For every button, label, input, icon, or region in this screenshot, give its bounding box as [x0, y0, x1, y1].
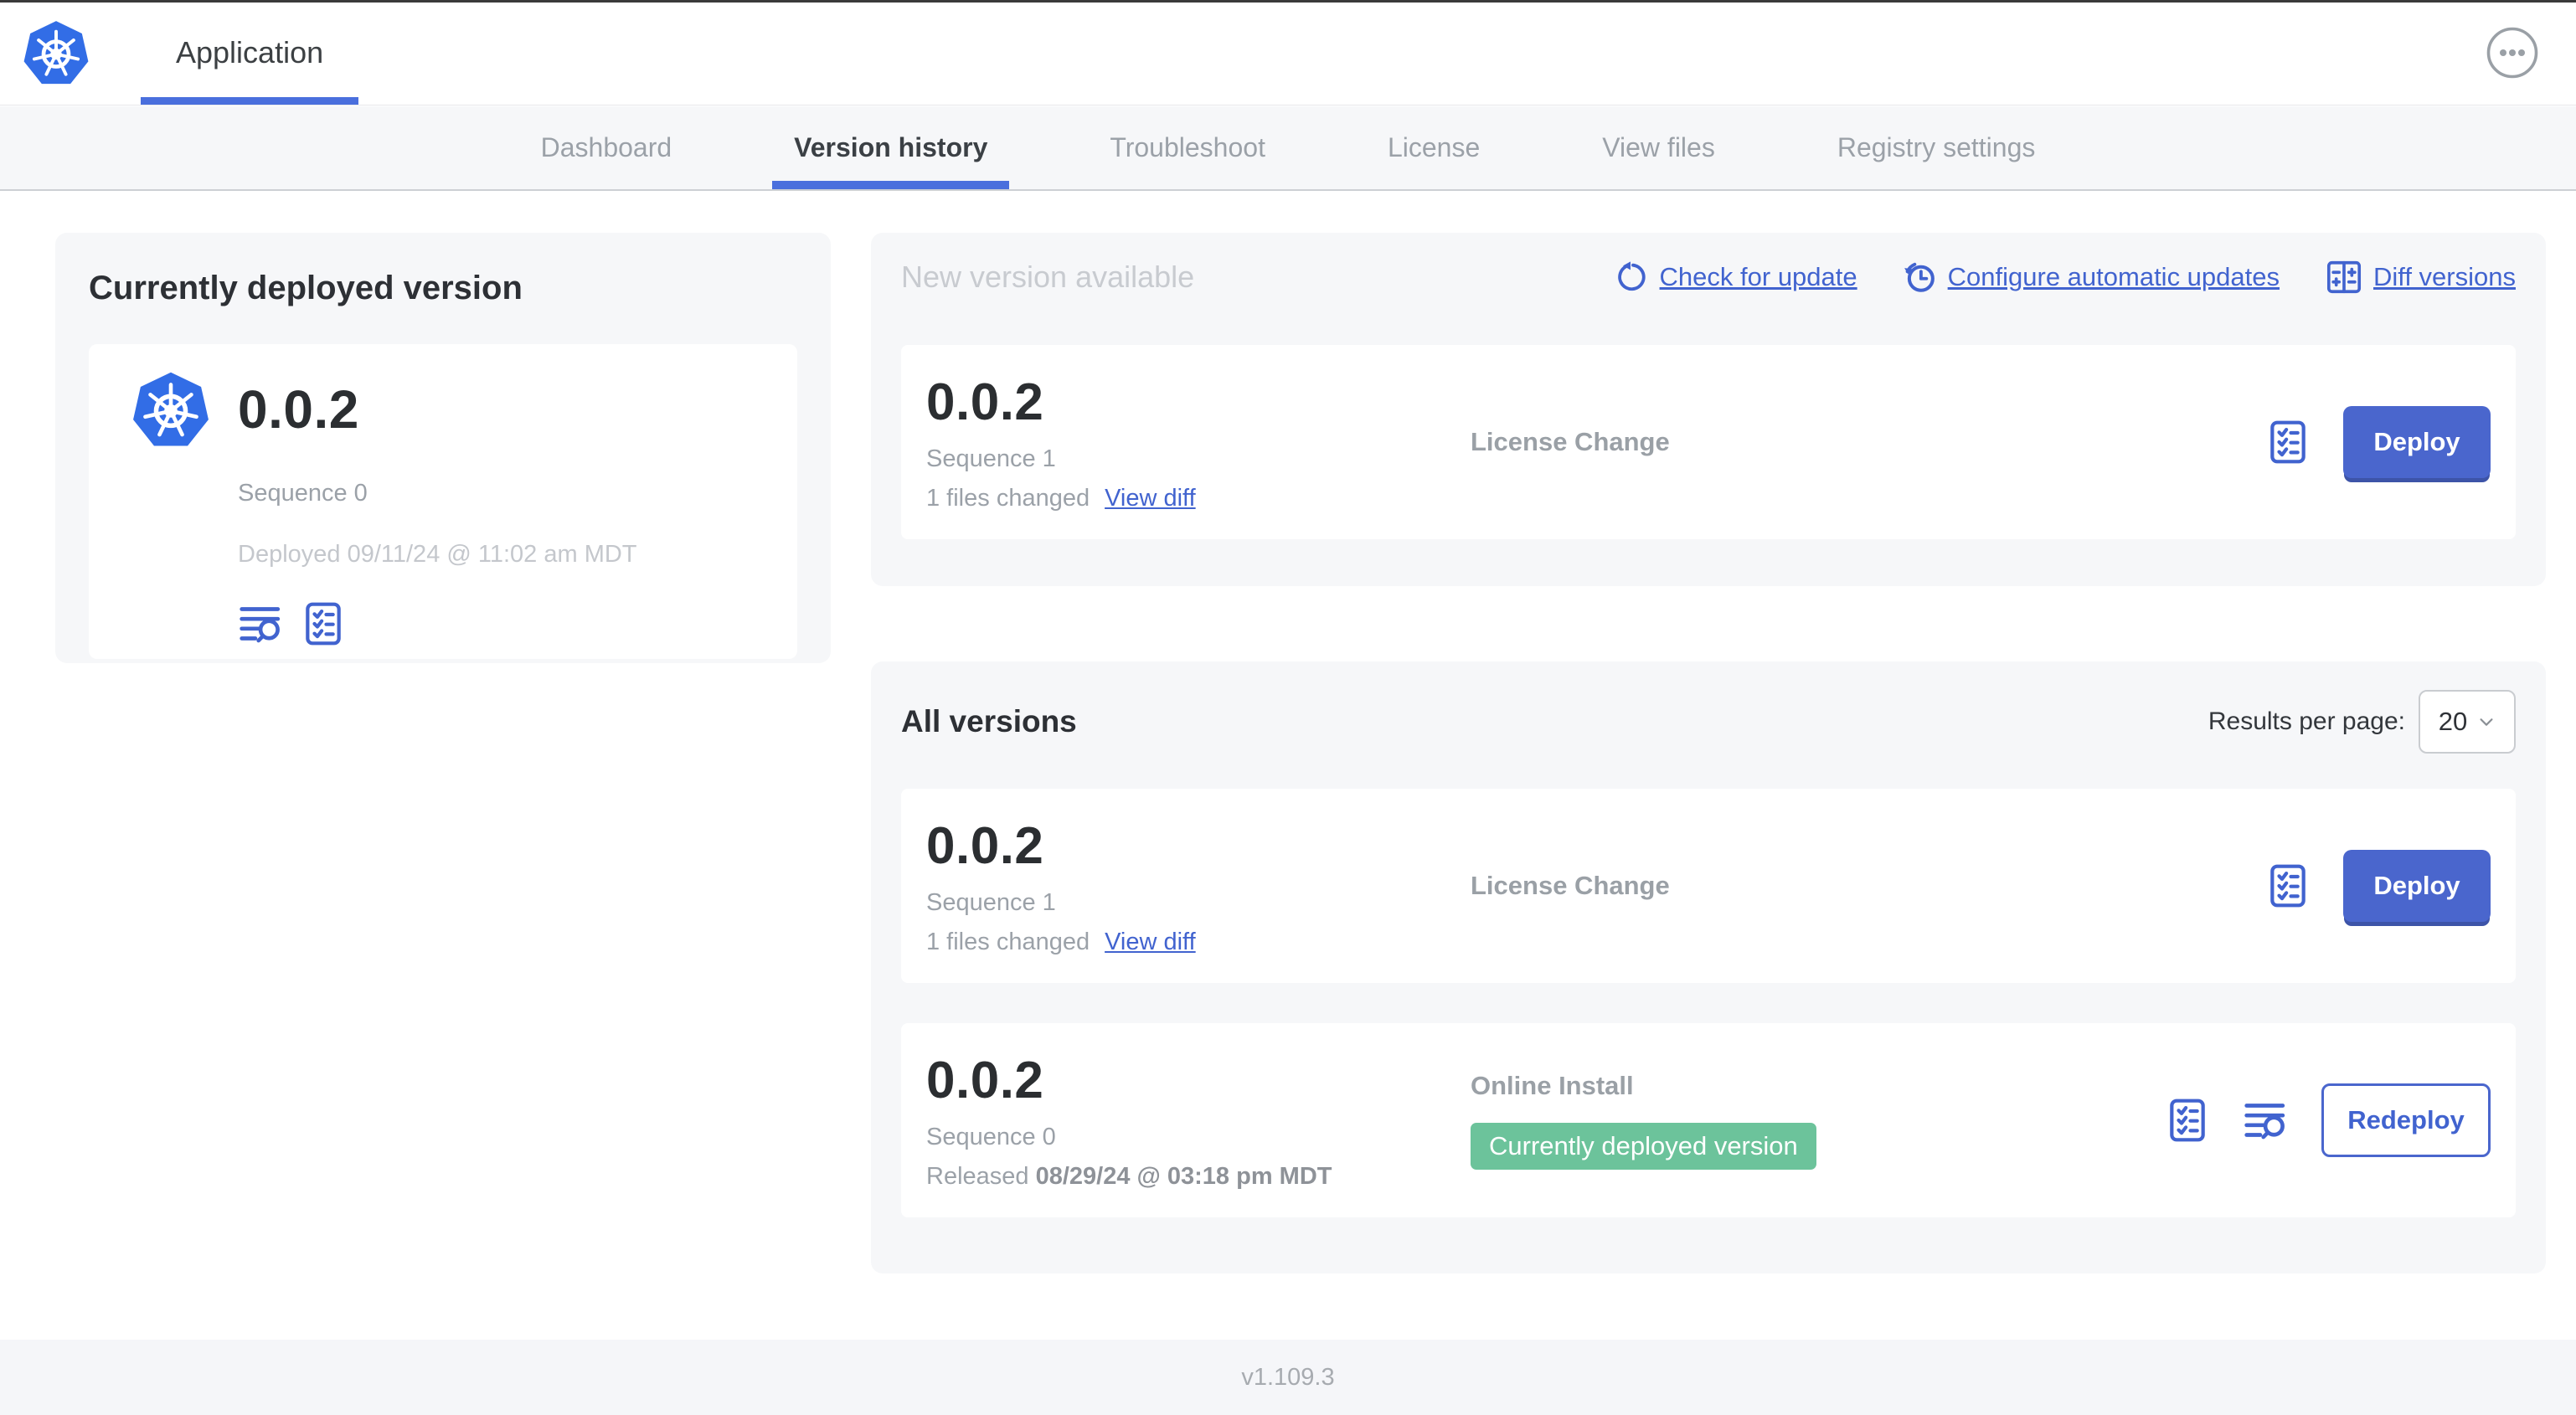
diff-icon: [2326, 260, 2362, 294]
view-diff-link[interactable]: View diff: [1105, 485, 1196, 512]
preflight-checks-icon[interactable]: [2264, 862, 2311, 909]
preflight-checks-icon[interactable]: [2164, 1097, 2211, 1144]
tab-registry-settings[interactable]: Registry settings: [1816, 106, 2058, 189]
version-sequence: Sequence 0: [926, 1123, 1056, 1150]
version-row: 0.0.2 Sequence 0 Released 08/29/24 @ 03:…: [901, 1023, 2516, 1217]
app-header: Application: [0, 0, 2576, 105]
tab-view-files[interactable]: View files: [1580, 106, 1737, 189]
diff-versions-link[interactable]: Diff versions: [2325, 258, 2516, 296]
tab-troubleshoot[interactable]: Troubleshoot: [1088, 106, 1287, 189]
deployed-version-panel: 0.0.2 Sequence 0 Deployed 09/11/24 @ 11:…: [89, 344, 797, 659]
configure-automatic-updates-link[interactable]: Configure automatic updates: [1903, 260, 2280, 295]
version-row: 0.0.2 Sequence 1 1 files changed View di…: [901, 789, 2516, 983]
new-version-row: 0.0.2 Sequence 1 1 files changed View di…: [901, 345, 2516, 539]
more-options-icon[interactable]: [2486, 26, 2539, 80]
results-per-page-select[interactable]: 20: [2419, 690, 2516, 754]
redeploy-button[interactable]: Redeploy: [2321, 1083, 2491, 1157]
kubernetes-logo-icon: [131, 369, 211, 450]
view-diff-link[interactable]: View diff: [1105, 929, 1196, 956]
preflight-checks-icon[interactable]: [300, 600, 347, 647]
app-footer: v1.109.3: [0, 1340, 2576, 1415]
refresh-icon: [1617, 260, 1646, 291]
deploy-logs-icon[interactable]: [238, 600, 285, 647]
version-sequence: Sequence 1: [926, 888, 1056, 916]
currently-deployed-card: Currently deployed version 0.0.2 Sequenc…: [55, 233, 831, 663]
app-title: Application: [176, 34, 324, 69]
check-for-update-link[interactable]: Check for update: [1616, 260, 1857, 294]
all-versions-card: All versions Results per page: 20 0.0.2 …: [871, 661, 2546, 1274]
all-versions-title: All versions: [901, 704, 1077, 738]
deployed-version-number: 0.0.2: [238, 379, 359, 440]
files-changed-text: 1 files changed: [926, 928, 1090, 955]
currently-deployed-badge: Currently deployed version: [1471, 1123, 1816, 1170]
new-version-title: New version available: [901, 260, 1195, 294]
app-nav: Dashboard Version history Troubleshoot L…: [0, 106, 2576, 191]
results-per-page-label: Results per page:: [2208, 708, 2405, 735]
version-source-type: Online Install: [1471, 1071, 1634, 1100]
preflight-checks-icon[interactable]: [2264, 419, 2311, 466]
version-number: 0.0.2: [926, 1051, 1044, 1109]
files-changed-text: 1 files changed: [926, 484, 1090, 512]
app-tab-application[interactable]: Application: [141, 0, 359, 105]
version-number: 0.0.2: [926, 816, 1044, 875]
deploy-button[interactable]: Deploy: [2343, 850, 2491, 922]
tab-dashboard[interactable]: Dashboard: [519, 106, 694, 189]
console-version: v1.109.3: [1241, 1363, 1335, 1391]
scheduled-update-icon: [1903, 260, 1938, 295]
version-number: 0.0.2: [926, 373, 1044, 431]
kubernetes-logo-icon: [22, 18, 90, 87]
tab-version-history[interactable]: Version history: [772, 106, 1010, 189]
deployed-sequence: Sequence 0: [238, 480, 368, 507]
app-tab-active-underline: [141, 97, 359, 105]
tab-license[interactable]: License: [1366, 106, 1502, 189]
deploy-button[interactable]: Deploy: [2343, 406, 2491, 478]
window-top-edge: [0, 0, 2576, 3]
deploy-logs-icon[interactable]: [2243, 1097, 2290, 1144]
deployed-timestamp: Deployed 09/11/24 @ 11:02 am MDT: [238, 541, 637, 568]
version-sequence: Sequence 1: [926, 445, 1056, 472]
chevron-down-icon: [2480, 718, 2493, 726]
released-timestamp: Released 08/29/24 @ 03:18 pm MDT: [926, 1162, 1332, 1190]
deployed-card-title: Currently deployed version: [89, 270, 523, 306]
new-version-card: New version available Check for update C…: [871, 233, 2546, 586]
version-source-type: License Change: [1471, 871, 1670, 900]
version-source-type: License Change: [1471, 427, 1670, 456]
